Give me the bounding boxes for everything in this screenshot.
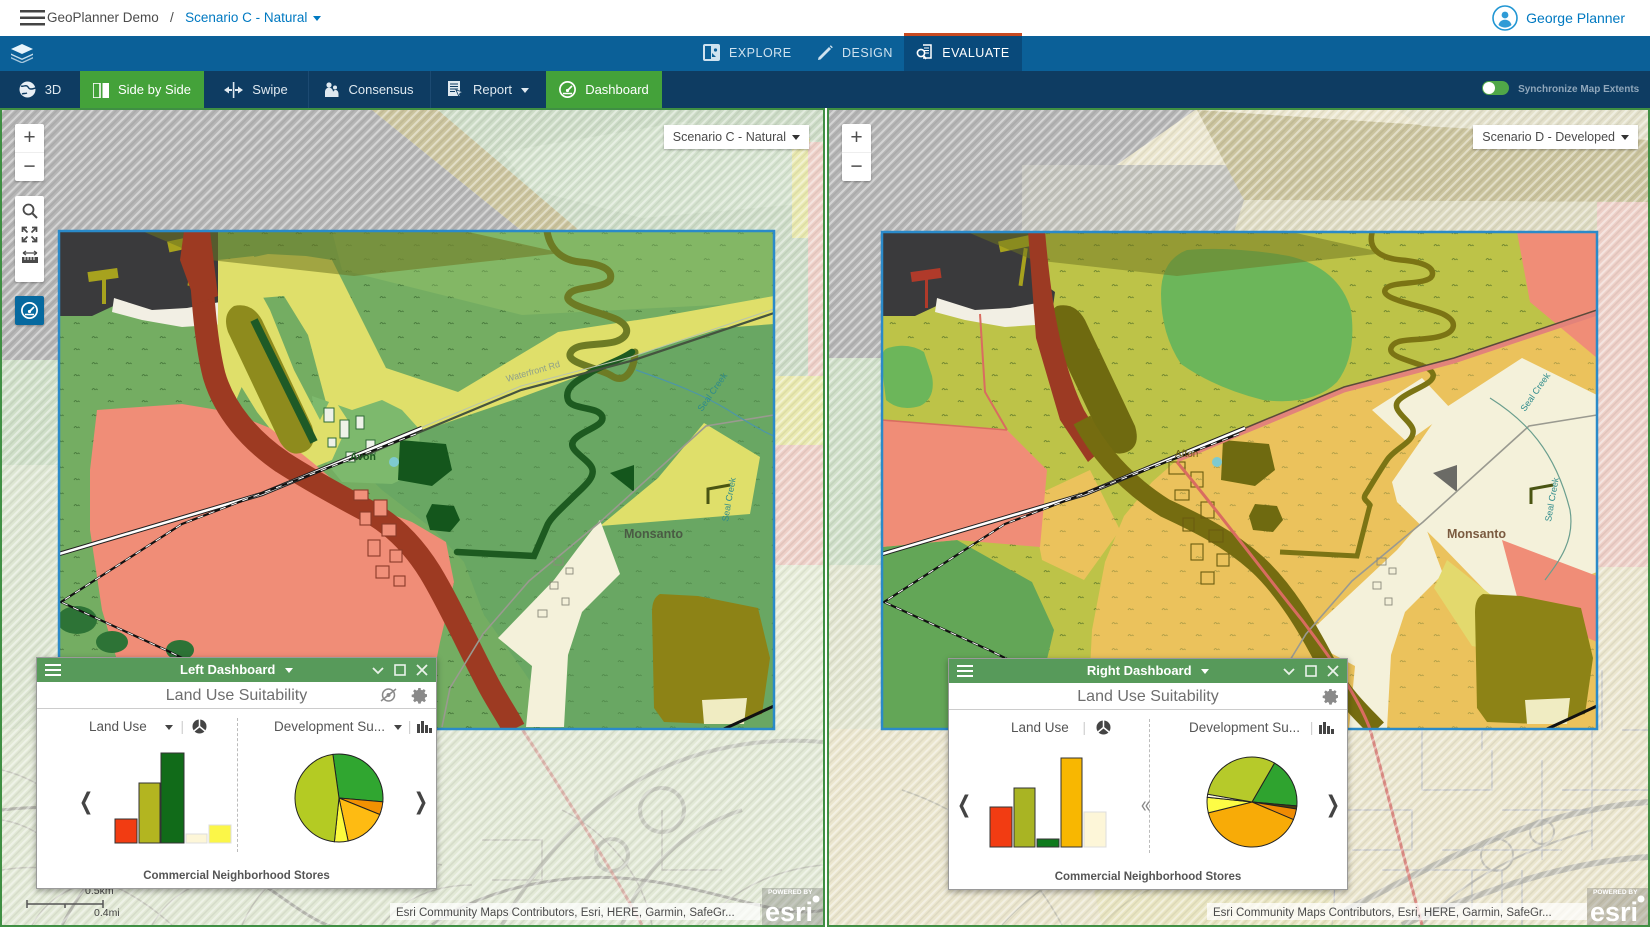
svg-text:POWERED BY: POWERED BY [1593, 889, 1638, 896]
svg-text:esri: esri [765, 897, 813, 925]
svg-text:Afton: Afton [1175, 449, 1198, 460]
svg-text:esri: esri [1590, 897, 1638, 925]
svg-text:Monsanto: Monsanto [1447, 527, 1506, 541]
svg-text:Monsanto: Monsanto [624, 527, 683, 541]
svg-text:Esri Community Maps Contributo: Esri Community Maps Contributors, Esri, … [396, 907, 735, 919]
svg-text:Avon: Avon [350, 451, 376, 463]
svg-text:POWERED BY: POWERED BY [768, 889, 813, 896]
svg-text:Esri Community Maps Contributo: Esri Community Maps Contributors, Esri, … [1213, 907, 1552, 919]
svg-text:0.4mi: 0.4mi [94, 907, 120, 919]
